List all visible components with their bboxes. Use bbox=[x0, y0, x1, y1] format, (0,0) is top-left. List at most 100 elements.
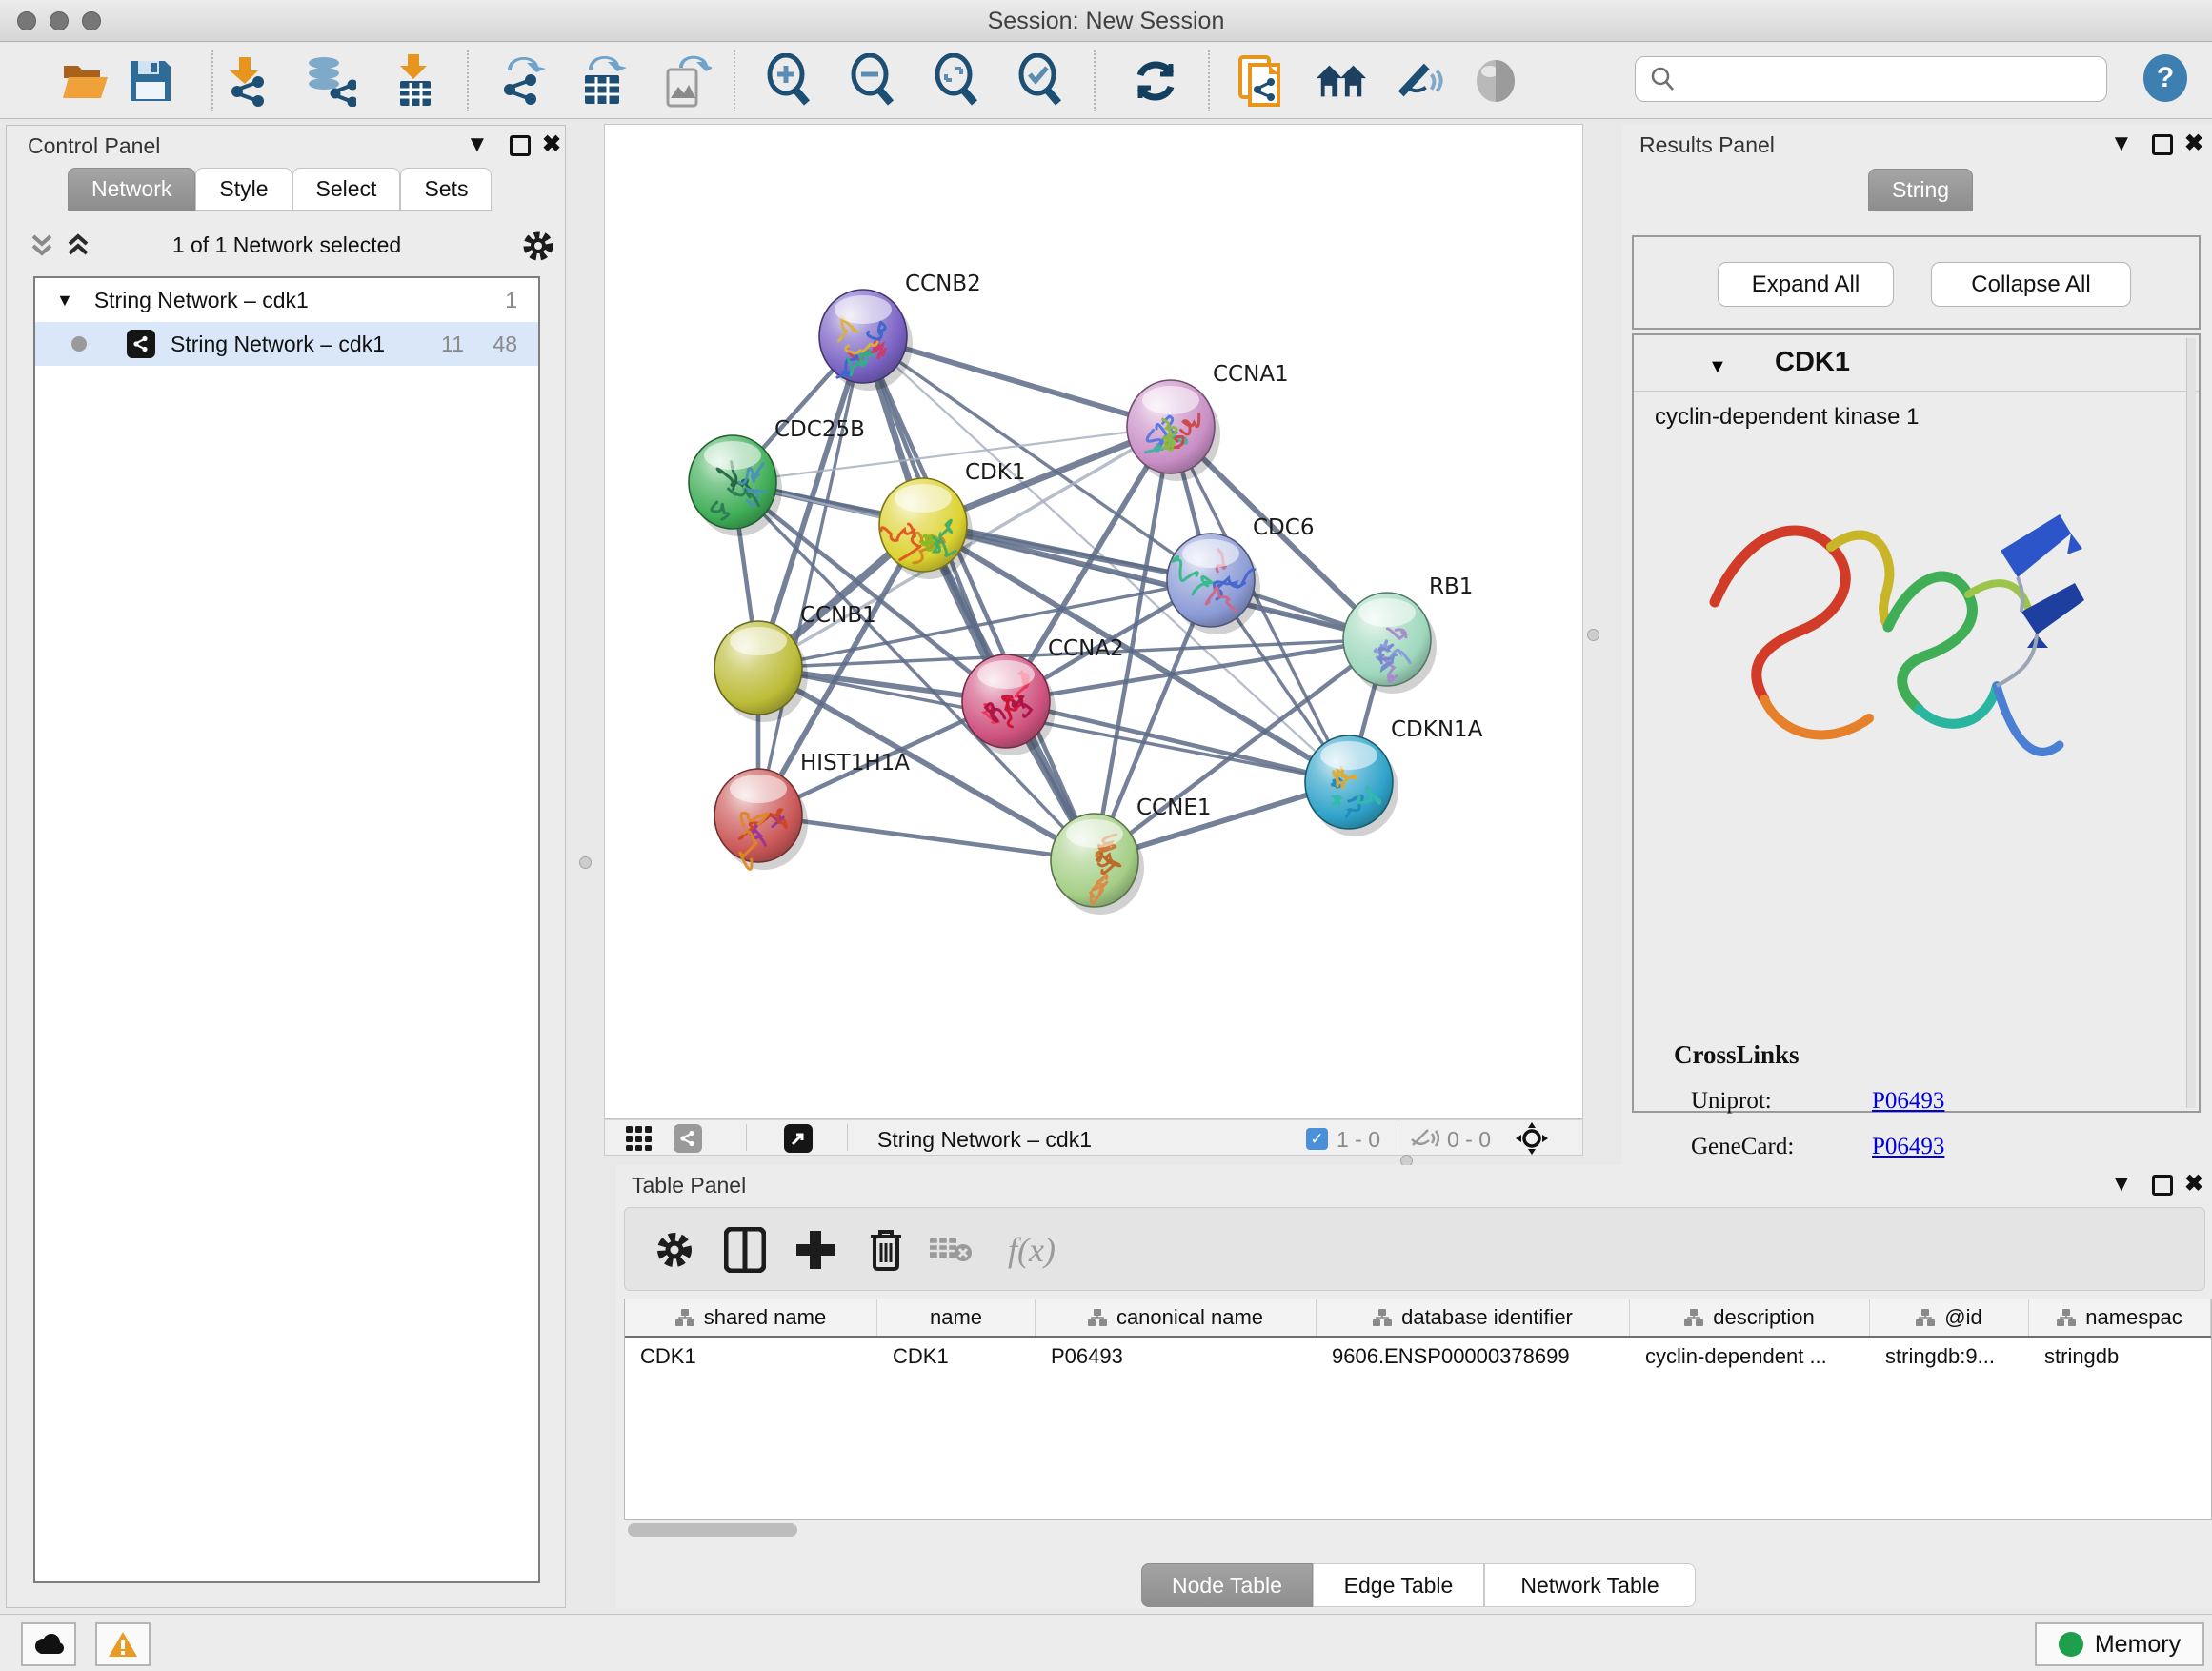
results-panel-float-icon[interactable] bbox=[2152, 134, 2173, 155]
collapse-all-button[interactable]: Collapse All bbox=[1931, 262, 2131, 307]
column-header-sharedname[interactable]: shared name bbox=[625, 1299, 877, 1336]
network-canvas[interactable]: CCNB2CCNA1CDC25BCDK1CDC6RB1CCNB1CCNA2CDK… bbox=[604, 124, 1583, 1119]
table-panel-close-icon[interactable]: ✖ bbox=[2184, 1170, 2203, 1198]
pan-crosshair-icon[interactable] bbox=[1516, 1122, 1548, 1155]
column-header-name[interactable]: name bbox=[877, 1299, 1036, 1336]
table-cell[interactable]: stringdb:9... bbox=[1870, 1338, 2029, 1378]
delete-table-icon[interactable] bbox=[924, 1223, 977, 1277]
function-builder-icon[interactable]: f(x) bbox=[989, 1223, 1075, 1277]
results-panel-collapse-icon[interactable]: ▼ bbox=[2110, 131, 2133, 157]
zoom-in-icon[interactable] bbox=[762, 54, 815, 108]
help-button[interactable]: ? bbox=[2143, 54, 2187, 102]
tab-network-table[interactable]: Network Table bbox=[1484, 1563, 1696, 1607]
control-panel-collapse-icon[interactable]: ▼ bbox=[466, 131, 489, 158]
refresh-layout-icon[interactable] bbox=[1129, 54, 1182, 108]
tab-node-table[interactable]: Node Table bbox=[1141, 1563, 1313, 1607]
application-window: Session: New Session bbox=[0, 0, 2212, 1671]
column-tree-icon bbox=[675, 1308, 694, 1327]
network-node-cdk1[interactable]: CDK1 bbox=[879, 460, 1026, 579]
column-tree-icon bbox=[1373, 1308, 1392, 1327]
search-input[interactable] bbox=[1685, 67, 2106, 91]
show-columns-icon[interactable] bbox=[718, 1223, 772, 1277]
delete-column-icon[interactable] bbox=[859, 1223, 913, 1277]
table-panel-collapse-icon[interactable]: ▼ bbox=[2110, 1171, 2133, 1198]
table-row[interactable]: CDK1CDK1P064939606.ENSP00000378699cyclin… bbox=[625, 1338, 2211, 1378]
tab-network[interactable]: Network bbox=[68, 168, 195, 211]
column-header-canonicalname[interactable]: canonical name bbox=[1036, 1299, 1317, 1336]
column-header-id[interactable]: @id bbox=[1870, 1299, 2029, 1336]
export-table-icon[interactable] bbox=[576, 54, 630, 108]
right-splitter-handle[interactable] bbox=[1587, 629, 1599, 641]
control-panel-float-icon[interactable] bbox=[510, 135, 531, 156]
network-name: String Network – cdk1 bbox=[171, 332, 385, 357]
results-panel-close-icon[interactable]: ✖ bbox=[2184, 130, 2203, 157]
zoom-selected-icon[interactable] bbox=[1014, 54, 1067, 108]
selected-checkbox-icon[interactable]: ✓ bbox=[1306, 1128, 1328, 1150]
open-session-icon[interactable] bbox=[59, 54, 112, 108]
crosslink-genecard-link[interactable]: P06493 bbox=[1872, 1134, 1944, 1160]
crosslink-uniprot-link[interactable]: P06493 bbox=[1872, 1088, 1944, 1115]
network-options-gear-icon[interactable] bbox=[521, 229, 555, 263]
left-splitter-handle[interactable] bbox=[579, 856, 592, 869]
export-image-icon[interactable] bbox=[659, 54, 713, 108]
memory-button[interactable]: Memory bbox=[2035, 1622, 2204, 1666]
table-cell[interactable]: stringdb bbox=[2029, 1338, 2211, 1378]
tab-style[interactable]: Style bbox=[195, 168, 292, 211]
tab-select[interactable]: Select bbox=[292, 168, 401, 211]
string-hide-glass-icon[interactable] bbox=[1393, 54, 1446, 108]
import-network-database-icon[interactable] bbox=[303, 54, 356, 108]
tab-sets[interactable]: Sets bbox=[400, 168, 492, 211]
network-row[interactable]: String Network – cdk1 11 48 bbox=[35, 322, 538, 366]
collection-expand-icon[interactable]: ▼ bbox=[56, 291, 73, 311]
column-header-namespac[interactable]: namespac bbox=[2029, 1299, 2211, 1336]
warnings-button[interactable] bbox=[95, 1622, 151, 1666]
control-panel-close-icon[interactable]: ✖ bbox=[542, 131, 561, 158]
birdseye-grid-icon[interactable] bbox=[626, 1126, 653, 1151]
network-edge[interactable] bbox=[863, 336, 1095, 860]
string-badge-icon[interactable] bbox=[674, 1124, 702, 1153]
create-column-icon[interactable] bbox=[789, 1223, 842, 1277]
hidden-eye-icon[interactable] bbox=[1409, 1128, 1439, 1149]
column-header-description[interactable]: description bbox=[1630, 1299, 1870, 1336]
column-tree-icon bbox=[1684, 1308, 1703, 1327]
network-node-hist1h1a[interactable]: HIST1H1A bbox=[714, 751, 910, 870]
network-node-rb1[interactable]: RB1 bbox=[1343, 574, 1473, 694]
column-header-databaseidentifier[interactable]: database identifier bbox=[1317, 1299, 1630, 1336]
zoom-out-icon[interactable] bbox=[846, 54, 899, 108]
table-cell[interactable]: P06493 bbox=[1036, 1338, 1317, 1378]
expand-all-button[interactable]: Expand All bbox=[1718, 262, 1894, 307]
tab-edge-table[interactable]: Edge Table bbox=[1313, 1563, 1484, 1607]
open-in-browser-icon[interactable] bbox=[784, 1124, 813, 1153]
table-panel-float-icon[interactable] bbox=[2152, 1175, 2173, 1196]
cloud-button[interactable] bbox=[21, 1622, 76, 1666]
table-panel: Table Panel ▼ ✖ f(x) shared namenamecano… bbox=[616, 1165, 2212, 1608]
save-session-icon[interactable] bbox=[124, 54, 177, 108]
table-cell[interactable]: CDK1 bbox=[625, 1338, 877, 1378]
protein-collapse-icon[interactable]: ▼ bbox=[1708, 356, 1727, 378]
table-options-gear-icon[interactable] bbox=[648, 1223, 701, 1277]
node-label: CDC25B bbox=[774, 417, 865, 442]
network-node-ccna1[interactable]: CCNA1 bbox=[1127, 362, 1289, 481]
tab-string[interactable]: String bbox=[1868, 169, 1973, 211]
zoom-fit-icon[interactable] bbox=[930, 54, 983, 108]
results-scrollbar[interactable] bbox=[2186, 338, 2196, 1108]
network-edge[interactable] bbox=[758, 815, 1095, 860]
toolbar-separator bbox=[211, 50, 213, 111]
string-protein-query-icon[interactable] bbox=[1235, 54, 1288, 108]
network-node-cdkn1a[interactable]: CDKN1A bbox=[1305, 717, 1483, 836]
network-graph[interactable]: CCNB2CCNA1CDC25BCDK1CDC6RB1CCNB1CCNA2CDK… bbox=[605, 125, 1582, 1118]
table-hscrollbar-thumb[interactable] bbox=[628, 1523, 797, 1537]
network-edge[interactable] bbox=[1006, 701, 1349, 782]
table-cell[interactable]: cyclin-dependent ... bbox=[1630, 1338, 1870, 1378]
network-collection-row[interactable]: ▼ String Network – cdk1 1 bbox=[35, 278, 538, 322]
search-box[interactable] bbox=[1635, 56, 2107, 102]
import-table-icon[interactable] bbox=[389, 54, 442, 108]
table-cell[interactable]: CDK1 bbox=[877, 1338, 1036, 1378]
string-homology-icon[interactable] bbox=[1315, 54, 1368, 108]
table-cell[interactable]: 9606.ENSP00000378699 bbox=[1317, 1338, 1630, 1378]
export-network-icon[interactable] bbox=[495, 54, 549, 108]
network-node-ccnb2[interactable]: CCNB2 bbox=[819, 272, 981, 391]
collection-name: String Network – cdk1 bbox=[94, 288, 309, 313]
string-eye-icon[interactable] bbox=[1469, 54, 1522, 108]
import-network-file-icon[interactable] bbox=[219, 54, 272, 108]
